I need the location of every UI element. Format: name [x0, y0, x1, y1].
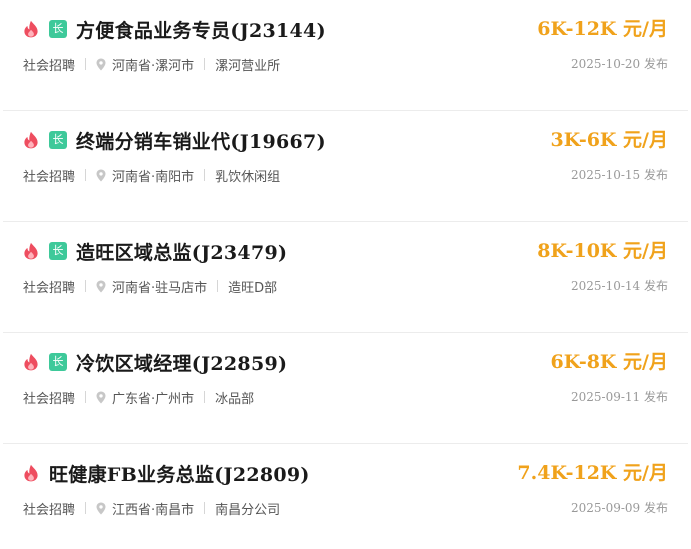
job-location: 江西省·南昌市 — [112, 502, 195, 518]
job-salary: 6K-12K 元/月 — [537, 18, 668, 40]
job-card[interactable]: 长 方便食品业务专员(J23144) 6K-12K 元/月 社会招聘 河南省·漯… — [3, 0, 688, 111]
divider — [204, 502, 206, 514]
job-meta: 社会招聘 江西省·南昌市 南昌分公司 2025-09-09 发布 — [23, 498, 668, 518]
long-term-badge: 长 — [49, 353, 67, 371]
divider — [217, 280, 219, 292]
job-location: 河南省·漯河市 — [112, 58, 195, 74]
job-header: 长 终端分销车销业代(J19667) 3K-6K 元/月 — [23, 126, 668, 154]
long-term-badge: 长 — [49, 242, 67, 260]
job-title[interactable]: 冷饮区域经理(J22859) — [76, 349, 287, 376]
publish-date: 2025-09-11 发布 — [570, 390, 668, 404]
divider — [85, 280, 87, 292]
publish-date: 2025-10-20 发布 — [570, 57, 668, 71]
fire-icon — [23, 242, 39, 260]
job-card[interactable]: 旺健康FB业务总监(J22809) 7.4K-12K 元/月 社会招聘 江西省·… — [3, 444, 688, 549]
job-department: 造旺D部 — [228, 280, 278, 296]
job-header: 长 造旺区域总监(J23479) 8K-10K 元/月 — [23, 237, 668, 265]
job-card[interactable]: 长 终端分销车销业代(J19667) 3K-6K 元/月 社会招聘 河南省·南阳… — [3, 111, 688, 222]
fire-icon — [23, 131, 39, 149]
job-title[interactable]: 造旺区域总监(J23479) — [76, 238, 287, 265]
job-department: 冰品部 — [215, 391, 255, 407]
recruit-type: 社会招聘 — [23, 280, 76, 296]
recruit-type: 社会招聘 — [23, 58, 76, 74]
location-pin-icon — [96, 169, 106, 182]
job-location: 河南省·南阳市 — [112, 169, 195, 185]
location-pin-icon — [96, 280, 106, 293]
job-department: 南昌分公司 — [215, 502, 281, 518]
location-pin-icon — [96, 502, 106, 515]
long-term-badge: 长 — [49, 20, 67, 38]
job-meta: 社会招聘 广东省·广州市 冰品部 2025-09-11 发布 — [23, 387, 668, 407]
job-card[interactable]: 长 造旺区域总监(J23479) 8K-10K 元/月 社会招聘 河南省·驻马店… — [3, 222, 688, 333]
publish-date: 2025-10-14 发布 — [570, 279, 668, 293]
publish-date: 2025-10-15 发布 — [570, 168, 668, 182]
divider — [85, 391, 87, 403]
fire-icon — [23, 20, 39, 38]
job-title[interactable]: 方便食品业务专员(J23144) — [76, 16, 326, 43]
job-salary: 7.4K-12K 元/月 — [517, 462, 668, 484]
job-department: 漯河营业所 — [215, 58, 281, 74]
job-card[interactable]: 长 冷饮区域经理(J22859) 6K-8K 元/月 社会招聘 广东省·广州市 … — [3, 333, 688, 444]
divider — [85, 502, 87, 514]
location-pin-icon — [96, 58, 106, 71]
job-meta: 社会招聘 河南省·驻马店市 造旺D部 2025-10-14 发布 — [23, 276, 668, 296]
job-salary: 3K-6K 元/月 — [550, 129, 668, 151]
job-location: 河南省·驻马店市 — [112, 280, 208, 296]
long-term-badge: 长 — [49, 131, 67, 149]
job-header: 旺健康FB业务总监(J22809) 7.4K-12K 元/月 — [23, 459, 668, 487]
divider — [204, 169, 206, 181]
job-salary: 8K-10K 元/月 — [537, 240, 668, 262]
job-header: 长 冷饮区域经理(J22859) 6K-8K 元/月 — [23, 348, 668, 376]
recruit-type: 社会招聘 — [23, 391, 76, 407]
publish-date: 2025-09-09 发布 — [570, 501, 668, 515]
recruit-type: 社会招聘 — [23, 502, 76, 518]
job-list: 长 方便食品业务专员(J23144) 6K-12K 元/月 社会招聘 河南省·漯… — [0, 0, 691, 549]
job-title[interactable]: 终端分销车销业代(J19667) — [76, 127, 326, 154]
location-pin-icon — [96, 391, 106, 404]
fire-icon — [23, 464, 39, 482]
job-meta: 社会招聘 河南省·南阳市 乳饮休闲组 2025-10-15 发布 — [23, 165, 668, 185]
job-salary: 6K-8K 元/月 — [550, 351, 668, 373]
divider — [85, 58, 87, 70]
job-title[interactable]: 旺健康FB业务总监(J22809) — [49, 460, 310, 487]
divider — [204, 391, 206, 403]
fire-icon — [23, 353, 39, 371]
job-meta: 社会招聘 河南省·漯河市 漯河营业所 2025-10-20 发布 — [23, 54, 668, 74]
job-location: 广东省·广州市 — [112, 391, 195, 407]
divider — [85, 169, 87, 181]
job-header: 长 方便食品业务专员(J23144) 6K-12K 元/月 — [23, 15, 668, 43]
divider — [204, 58, 206, 70]
recruit-type: 社会招聘 — [23, 169, 76, 185]
job-department: 乳饮休闲组 — [215, 169, 281, 185]
